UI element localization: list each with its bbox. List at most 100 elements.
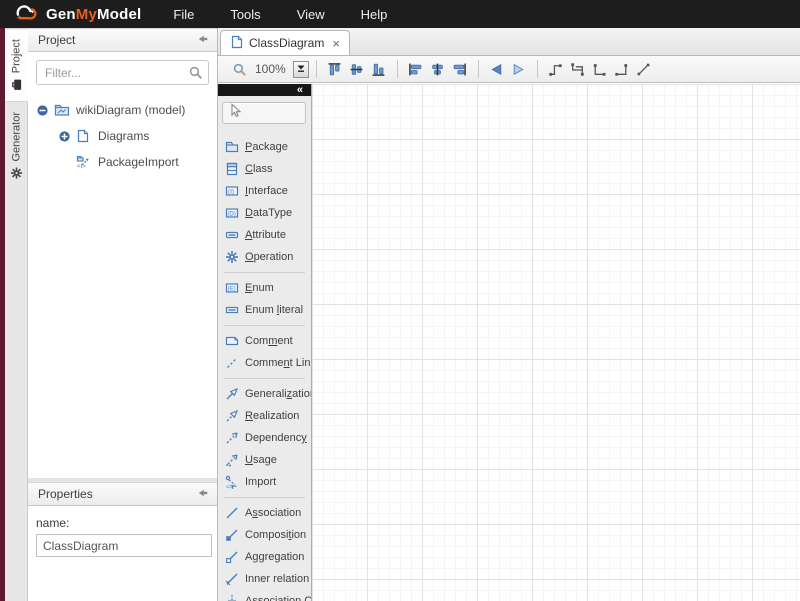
toolbar-separator bbox=[478, 60, 479, 78]
enum-icon: (E) bbox=[225, 281, 239, 295]
svg-text:(I): (I) bbox=[228, 188, 234, 195]
connector-corner-down-icon bbox=[592, 62, 607, 77]
dependency-icon bbox=[225, 431, 239, 445]
collapse-chevrons-label: « bbox=[297, 84, 304, 96]
minus-toggle-icon bbox=[36, 104, 49, 117]
name-field-input[interactable] bbox=[36, 534, 212, 557]
properties-panel-header: Properties bbox=[28, 482, 217, 506]
palette-item-class[interactable]: Class bbox=[218, 158, 311, 180]
search-icon bbox=[188, 65, 203, 85]
tab-classdiagram[interactable]: ClassDiagram × bbox=[220, 30, 350, 55]
zoom-level-value: 100% bbox=[255, 62, 286, 76]
toolbar-separator bbox=[316, 60, 317, 78]
palette-separator bbox=[224, 378, 305, 379]
palette-item-association[interactable]: Association bbox=[218, 502, 311, 524]
palette-item-datatype[interactable]: (D)DataType bbox=[218, 202, 311, 224]
palette-item-composition[interactable]: Composition bbox=[218, 524, 311, 546]
align-center-button[interactable] bbox=[427, 58, 449, 80]
align-center-icon bbox=[430, 62, 445, 77]
tab-label: ClassDiagram bbox=[249, 36, 324, 50]
palette-item-aggregation[interactable]: Aggregation bbox=[218, 546, 311, 568]
filter-input[interactable] bbox=[36, 60, 209, 85]
align-top-button[interactable] bbox=[324, 58, 346, 80]
properties-panel-body: name: bbox=[28, 506, 217, 567]
collapse-left-icon bbox=[197, 33, 209, 48]
briefcase-icon bbox=[10, 78, 23, 91]
menu-help[interactable]: Help bbox=[343, 0, 406, 28]
palette-collapse-button[interactable]: « bbox=[218, 84, 311, 96]
connector-oblique-button[interactable] bbox=[633, 58, 655, 80]
class-icon bbox=[225, 162, 239, 176]
plus-toggle-icon bbox=[58, 130, 71, 143]
palette-item-realization[interactable]: Realization bbox=[218, 405, 311, 427]
menu-tools[interactable]: Tools bbox=[212, 0, 278, 28]
palette-item-interface[interactable]: (I)Interface bbox=[218, 180, 311, 202]
align-right-button[interactable] bbox=[449, 58, 471, 80]
tree-item-diagrams[interactable]: Diagrams bbox=[36, 123, 209, 149]
connector-step-button[interactable] bbox=[545, 58, 567, 80]
flip-left-icon bbox=[489, 62, 504, 77]
tree-item-packageimport[interactable]: <I> PackageImport bbox=[36, 149, 209, 175]
align-right-icon bbox=[452, 62, 467, 77]
import-icon: <I> bbox=[225, 475, 239, 489]
project-panel-title: Project bbox=[38, 33, 75, 47]
interface-icon: (I) bbox=[225, 184, 239, 198]
align-left-icon bbox=[408, 62, 423, 77]
flip-right-icon bbox=[511, 62, 526, 77]
composition-icon bbox=[225, 528, 239, 542]
package-import-icon: <I> bbox=[76, 155, 92, 169]
palette-item-import[interactable]: <I>Import bbox=[218, 471, 311, 493]
selection-tool-button[interactable] bbox=[222, 102, 306, 124]
flip-right-button[interactable] bbox=[508, 58, 530, 80]
zoom-icon[interactable] bbox=[228, 58, 250, 80]
properties-panel-title: Properties bbox=[38, 487, 93, 501]
diagram-icon bbox=[76, 129, 89, 143]
align-top-icon bbox=[327, 62, 342, 77]
svg-text:(E): (E) bbox=[228, 286, 236, 292]
editor-area: ClassDiagram × 100% « Package Cla bbox=[218, 28, 800, 601]
tree-item-wikidiagram[interactable]: wikiDiagram (model) bbox=[36, 97, 209, 123]
diagram-canvas[interactable] bbox=[312, 84, 800, 601]
left-panel-column: Project wikiDiagram (model) Diagrams <I>… bbox=[28, 28, 218, 601]
palette-item-generalization[interactable]: Generalization bbox=[218, 383, 311, 405]
connector-corner-up-button[interactable] bbox=[611, 58, 633, 80]
flip-left-button[interactable] bbox=[486, 58, 508, 80]
enum-literal-icon bbox=[225, 303, 239, 317]
connector-overlap-button[interactable] bbox=[567, 58, 589, 80]
gear-icon bbox=[10, 167, 23, 180]
project-collapse-button[interactable] bbox=[197, 33, 209, 48]
connector-corner-down-button[interactable] bbox=[589, 58, 611, 80]
svg-text:<I>: <I> bbox=[226, 485, 234, 490]
zoom-dropdown-button[interactable] bbox=[293, 61, 309, 78]
palette-separator bbox=[224, 272, 305, 273]
operation-icon bbox=[225, 250, 239, 264]
top-menu-bar: GenMyModel FileToolsViewHelp bbox=[0, 0, 800, 28]
palette-item-attribute[interactable]: Attribute bbox=[218, 224, 311, 246]
tab-close-icon[interactable]: × bbox=[332, 36, 340, 51]
palette-item-dependency[interactable]: Dependency bbox=[218, 427, 311, 449]
palette-item-enum-literal[interactable]: Enum literal bbox=[218, 299, 311, 321]
datatype-icon: (D) bbox=[225, 206, 239, 220]
association-class-icon bbox=[225, 594, 239, 601]
side-tab-project[interactable]: Project bbox=[5, 28, 28, 102]
properties-collapse-button[interactable] bbox=[197, 487, 209, 502]
palette-item-comment-link[interactable]: Comment Link bbox=[218, 352, 311, 374]
side-tab-generator[interactable]: Generator bbox=[5, 102, 28, 190]
palette-separator bbox=[224, 325, 305, 326]
palette-item-inner-relation[interactable]: Inner relation bbox=[218, 568, 311, 590]
palette-item-package[interactable]: Package bbox=[218, 136, 311, 158]
palette-item-association-cl[interactable]: Association Cl... bbox=[218, 590, 311, 601]
palette-item-enum[interactable]: (E)Enum bbox=[218, 277, 311, 299]
palette-item-operation[interactable]: Operation bbox=[218, 246, 311, 268]
name-field-label: name: bbox=[36, 516, 209, 530]
align-bottom-button[interactable] bbox=[368, 58, 390, 80]
collapse-left-icon bbox=[197, 487, 209, 502]
generalization-icon bbox=[225, 387, 239, 401]
align-middle-button[interactable] bbox=[346, 58, 368, 80]
app-logo: GenMyModel bbox=[0, 1, 155, 28]
palette-item-comment[interactable]: Comment bbox=[218, 330, 311, 352]
menu-file[interactable]: File bbox=[155, 0, 212, 28]
menu-view[interactable]: View bbox=[279, 0, 343, 28]
palette-item-usage[interactable]: Usage bbox=[218, 449, 311, 471]
align-left-button[interactable] bbox=[405, 58, 427, 80]
